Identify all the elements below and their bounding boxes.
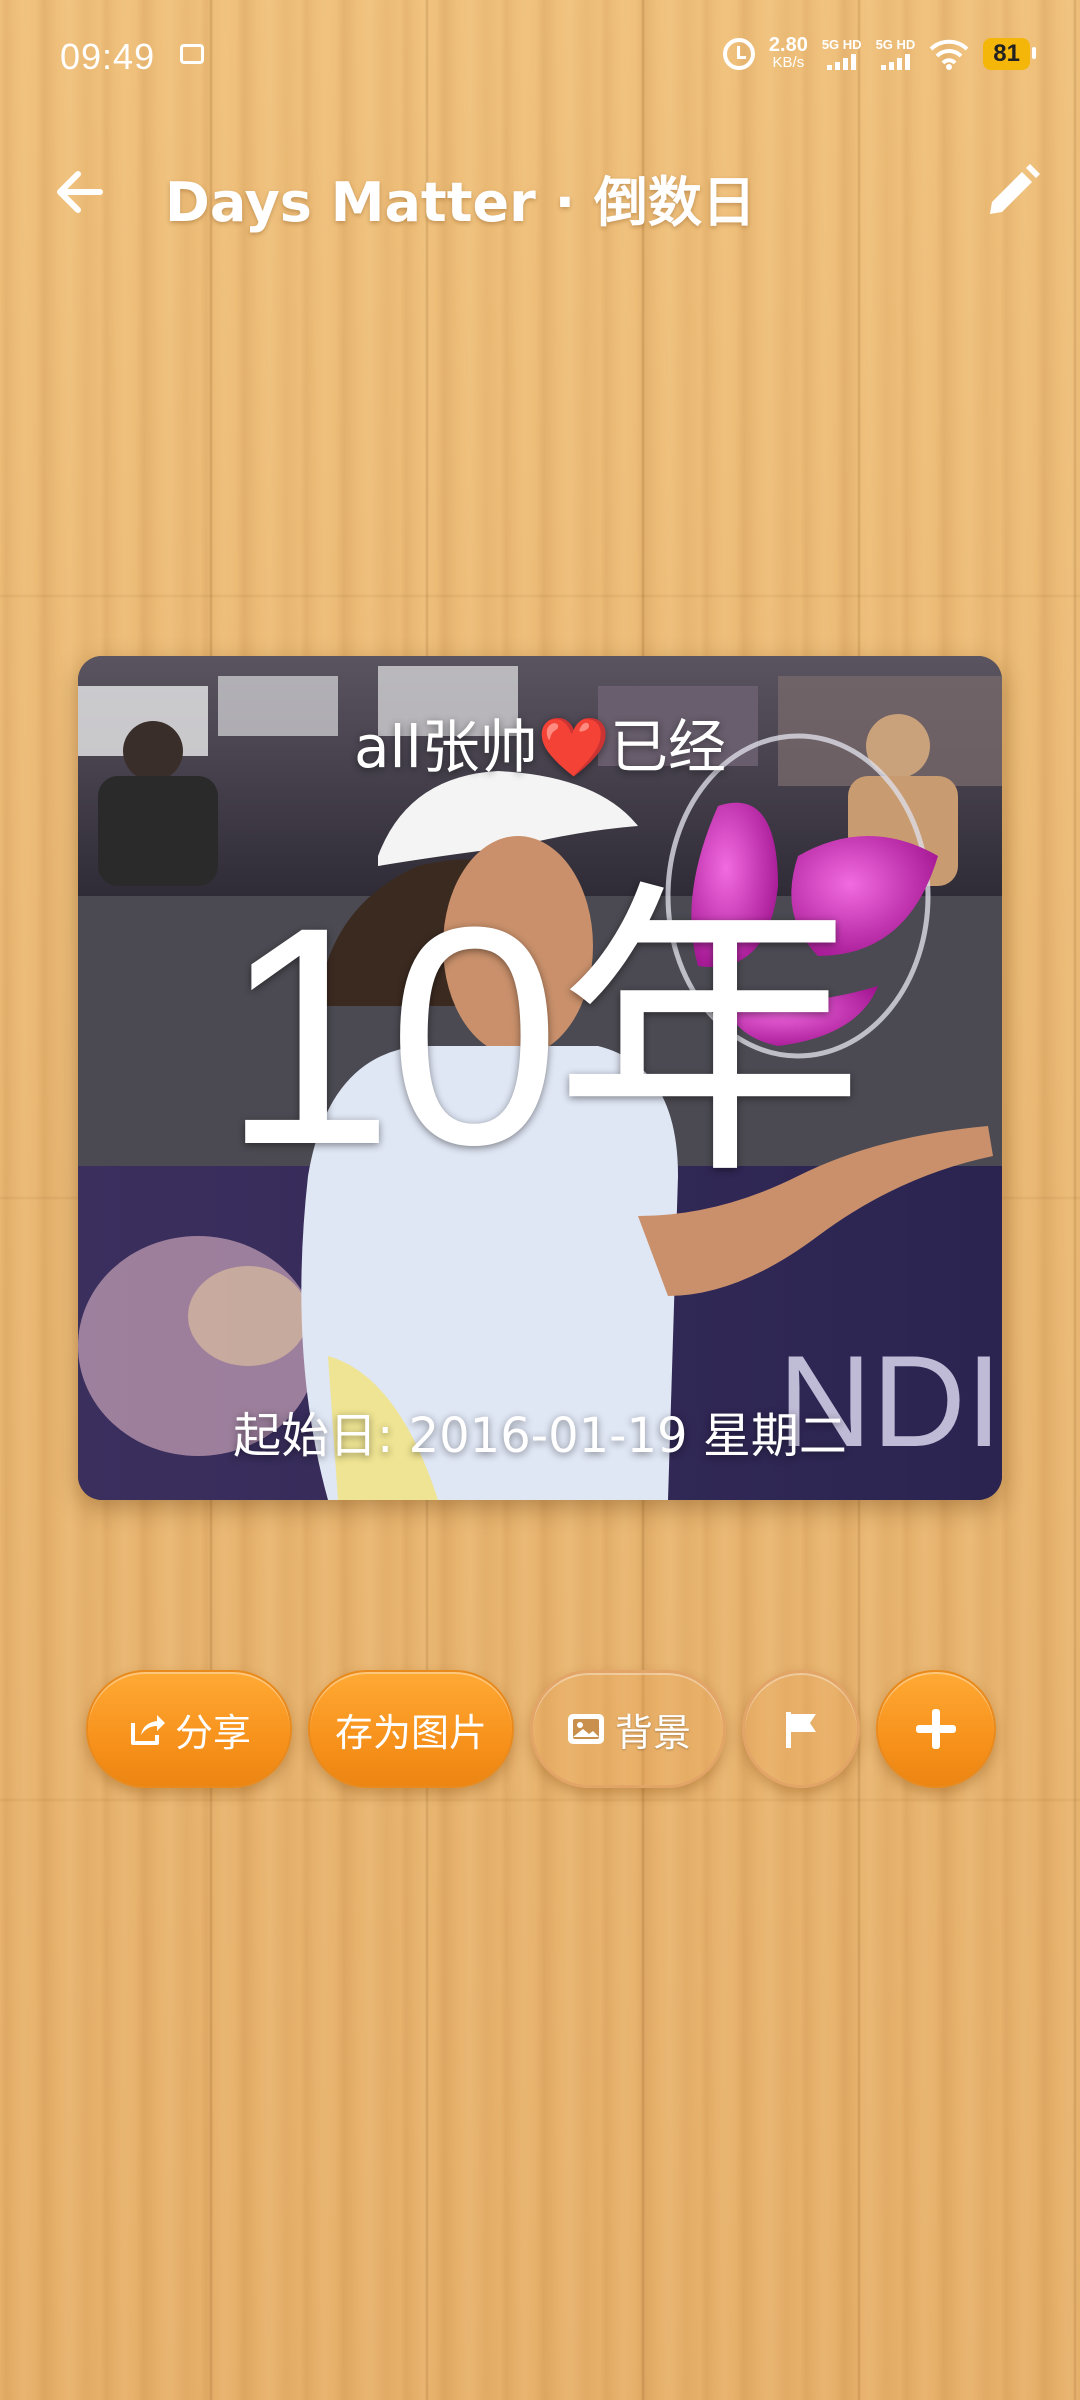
add-button[interactable] — [876, 1670, 996, 1788]
status-icons: 2.80 KB/s 5G HD 5G HD 81 — [722, 32, 1036, 76]
save-image-label: 存为图片 — [334, 1710, 487, 1755]
tv-icon — [180, 44, 204, 64]
wifi-icon — [929, 39, 969, 70]
day-card[interactable]: NDI all张帅❤️已经 10年 起始日: 2016-01-19 星期二 — [78, 656, 1002, 1500]
share-icon — [130, 1715, 165, 1745]
elapsed-count: 10年 — [221, 862, 865, 1209]
pencil-icon[interactable] — [980, 160, 1044, 224]
signal-icon-2: 5G HD — [876, 38, 915, 70]
network-speed: 2.80 KB/s — [768, 34, 808, 71]
image-icon — [567, 1714, 604, 1744]
card-caption: all张帅❤️已经 — [354, 713, 726, 781]
status-time: 09:49 — [60, 36, 156, 77]
battery-icon: 81 — [983, 38, 1036, 70]
page-title: Days Matter · 倒数日 — [165, 171, 756, 234]
arrow-left-icon[interactable] — [50, 162, 110, 222]
plus-icon — [916, 1709, 956, 1749]
flag-button[interactable] — [742, 1670, 860, 1788]
share-label: 分享 — [174, 1710, 251, 1755]
background-button[interactable]: 背景 — [530, 1670, 726, 1788]
alarm-icon — [722, 38, 755, 70]
action-bar: 分享 存为图片 背景 — [86, 1670, 996, 1790]
signal-icon: 5G HD — [822, 38, 862, 70]
start-date: 起始日: 2016-01-19 星期二 — [233, 1408, 847, 1464]
status-bar: 09:49 2.80 KB/s 5G HD 5G HD 81 — [0, 0, 1080, 110]
share-button[interactable]: 分享 — [86, 1670, 292, 1788]
app-header: Days Matter · 倒数日 — [0, 140, 1080, 240]
save-image-button[interactable]: 存为图片 — [308, 1670, 514, 1788]
background-label: 背景 — [614, 1710, 691, 1755]
flag-icon — [786, 1712, 816, 1748]
